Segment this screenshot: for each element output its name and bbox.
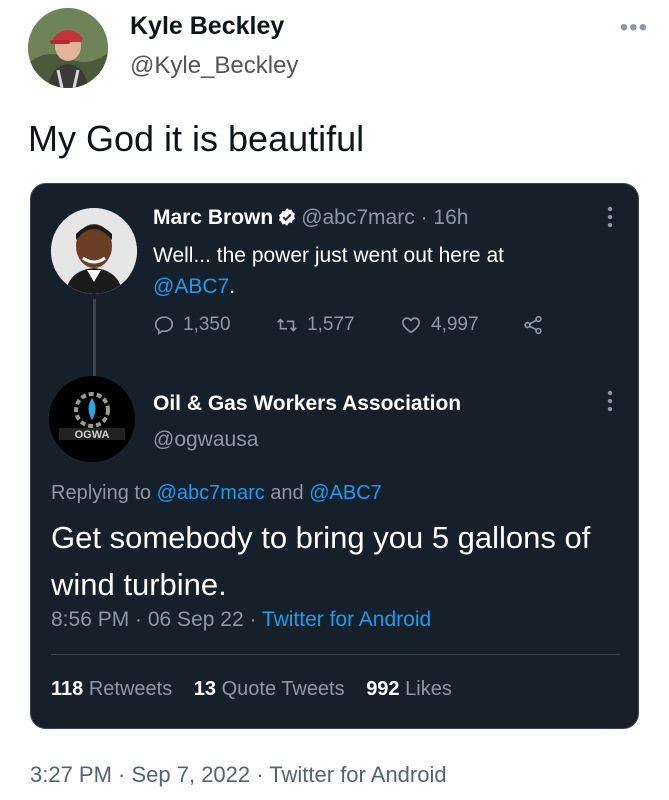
replying-prefix: Replying to — [51, 482, 152, 504]
retweets-stat-number: 118 — [51, 678, 84, 700]
likes-stat[interactable]: 992 Likes — [366, 678, 452, 700]
separator-dot: · — [420, 206, 428, 229]
quote-tweets-stat-number: 13 — [193, 678, 217, 700]
outer-tweet-header: Kyle Beckley @Kyle_Beckley ••• — [28, 8, 648, 88]
parent-author-handle[interactable]: @abc7marc — [301, 206, 415, 229]
share-action[interactable] — [521, 314, 545, 336]
tweet-timestamp[interactable]: 3:27 PM · Sep 7, 2022 · Twitter for Andr… — [30, 762, 447, 788]
replying-and: and — [270, 482, 304, 504]
tweet-text: My God it is beautiful — [28, 118, 365, 159]
thread-line — [93, 299, 96, 379]
parent-action-bar: 1,350 1,577 4,997 — [153, 314, 623, 344]
reply-count: 1,350 — [183, 314, 231, 335]
retweets-stat-label: Retweets — [88, 678, 173, 700]
like-count: 4,997 — [431, 314, 479, 335]
reply-timestamp: 8:56 PM · 06 Sep 22 · Twitter for Androi… — [51, 608, 431, 632]
author-name[interactable]: Kyle Beckley — [130, 12, 284, 41]
quote-tweets-stat[interactable]: 13 Quote Tweets — [194, 678, 345, 700]
replying-to-line: Replying to @abc7marc and @ABC7 — [51, 482, 382, 505]
engagement-stats: 118 Retweets 13 Quote Tweets 992 Likes — [51, 678, 468, 701]
more-options-icon[interactable]: ••• — [620, 14, 648, 42]
parent-more-options-icon[interactable] — [607, 206, 613, 228]
parent-tweet-header: Marc Brown @abc7marc · 16h — [153, 206, 468, 233]
mention-link[interactable]: @ABC7 — [153, 275, 229, 298]
parent-avatar[interactable] — [51, 208, 137, 294]
likes-stat-number: 992 — [366, 678, 400, 700]
reply-author-name[interactable]: Oil & Gas Workers Association — [153, 392, 461, 416]
quoted-tweet-card[interactable]: Marc Brown @abc7marc · 16h Well... the po… — [30, 183, 639, 729]
quote-tweets-stat-label: Quote Tweets — [221, 678, 345, 700]
reply-more-options-icon[interactable] — [607, 390, 613, 412]
author-handle[interactable]: @Kyle_Beckley — [130, 52, 298, 80]
reply-author-avatar[interactable]: OGWA — [49, 376, 135, 462]
heart-icon — [402, 317, 420, 334]
replying-user-link-1[interactable]: @abc7marc — [157, 482, 265, 504]
reply-tweet-text: Get somebody to bring you 5 gallons of w… — [51, 520, 591, 602]
parent-tweet-text: Well... the power just went out here at … — [153, 240, 613, 302]
share-icon — [524, 315, 542, 335]
parent-tweet-age[interactable]: 16h — [433, 206, 468, 229]
likes-stat-label: Likes — [405, 678, 452, 700]
reply-time[interactable]: 8:56 PM · 06 Sep 22 · — [51, 608, 256, 631]
retweet-count: 1,577 — [307, 314, 355, 335]
like-action[interactable]: 4,997 — [399, 314, 479, 336]
reply-source-app-link[interactable]: Twitter for Android — [262, 608, 431, 631]
replying-user-link-2[interactable]: @ABC7 — [309, 482, 382, 504]
parent-author-name[interactable]: Marc Brown — [153, 206, 273, 229]
retweet-action[interactable]: 1,577 — [275, 314, 355, 336]
reply-icon — [154, 316, 174, 335]
reply-author-handle[interactable]: @ogwausa — [153, 428, 258, 452]
verified-badge-icon — [277, 207, 297, 233]
retweet-icon — [277, 318, 297, 332]
parent-text-body: Well... the power just went out here at — [153, 244, 504, 267]
avatar[interactable] — [28, 8, 108, 88]
retweets-stat[interactable]: 118 Retweets — [51, 678, 172, 700]
reply-action[interactable]: 1,350 — [153, 314, 231, 336]
mention-suffix: . — [229, 275, 236, 298]
divider — [51, 654, 620, 655]
ogwa-logo-text: OGWA — [75, 429, 110, 441]
